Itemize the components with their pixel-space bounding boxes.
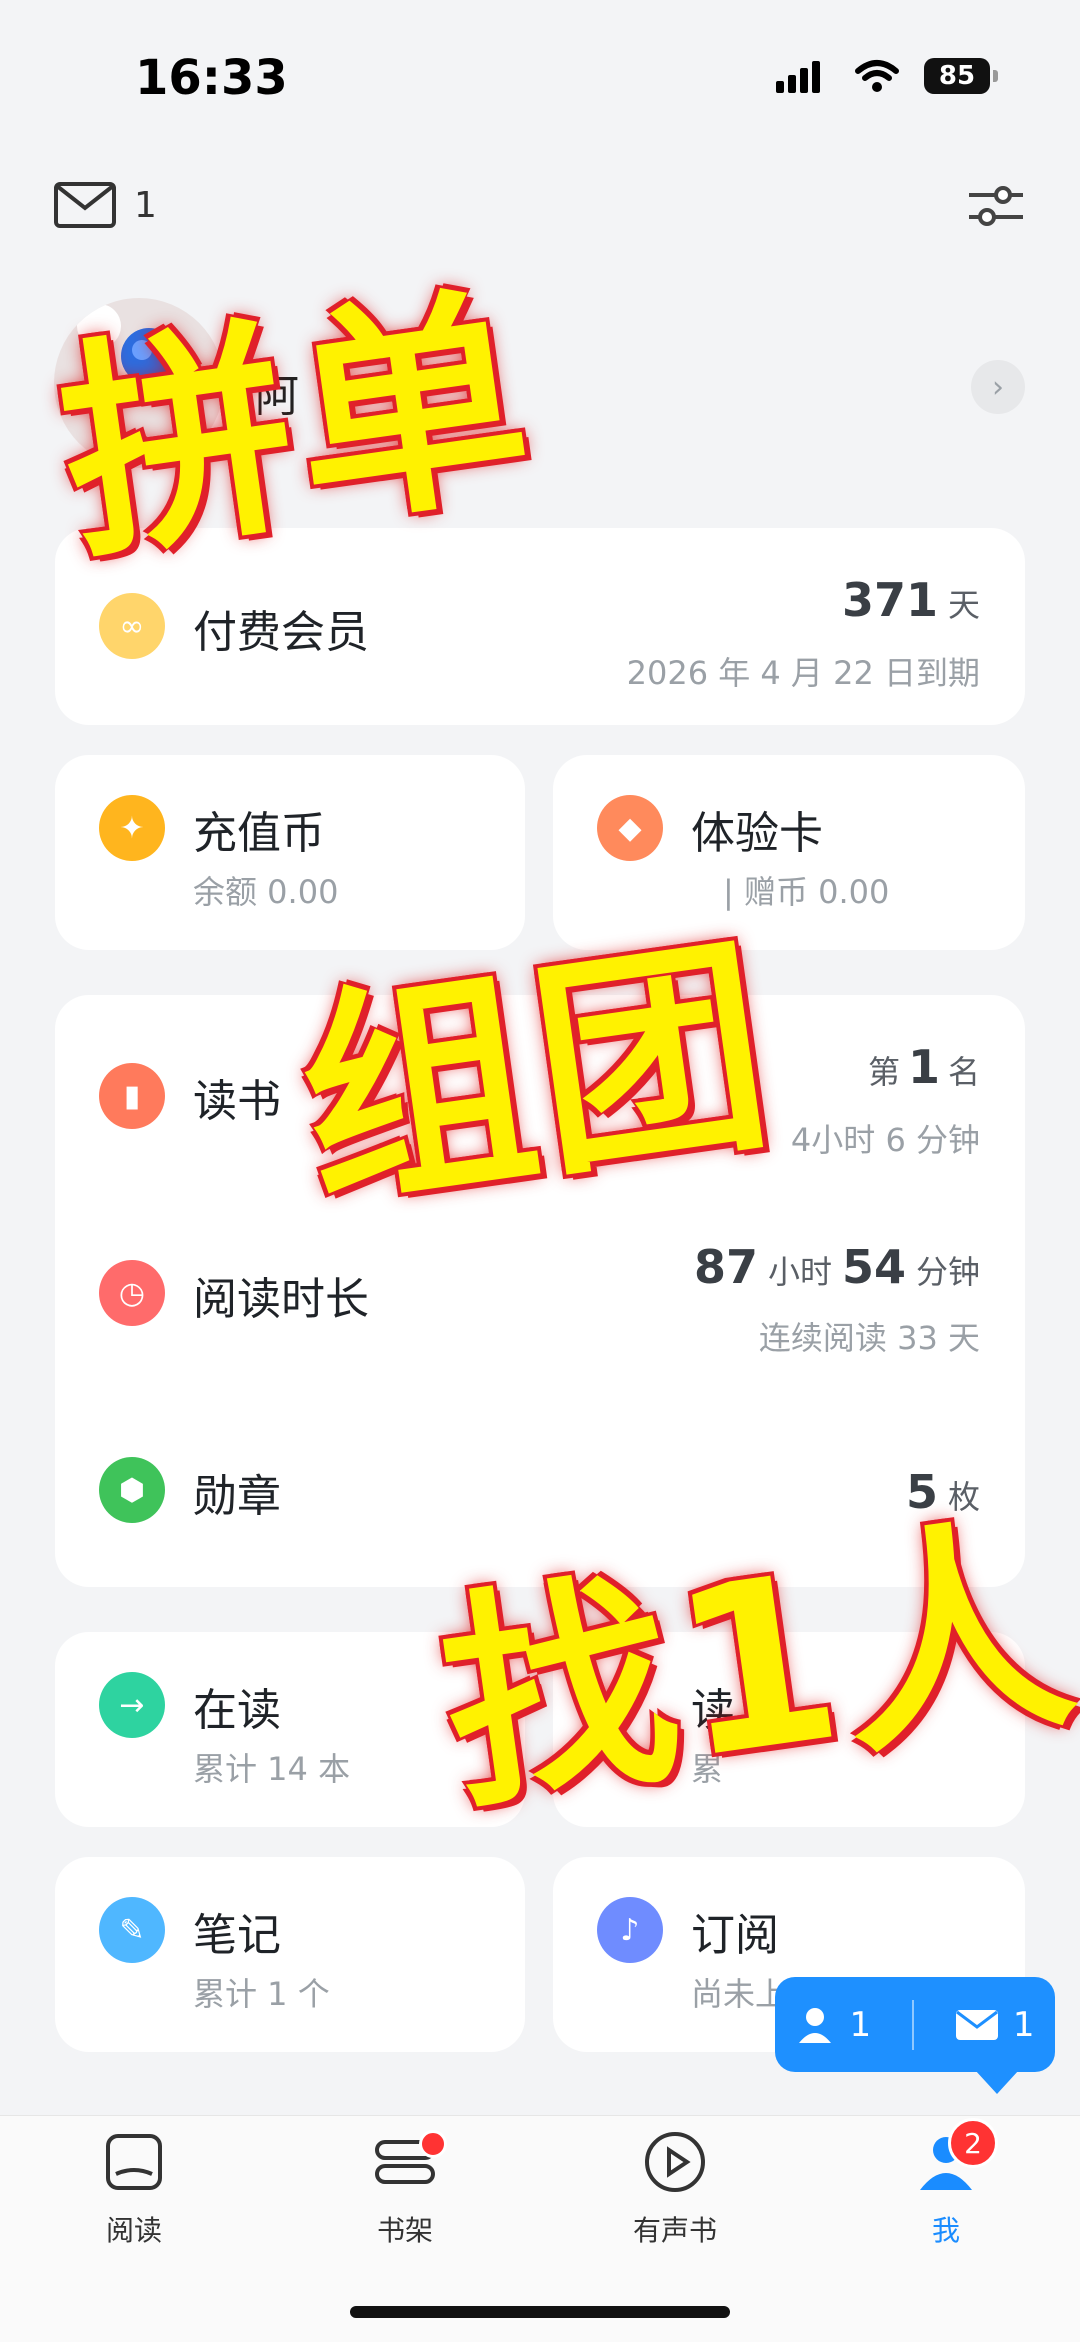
notes-title: 笔记 (193, 1910, 281, 1961)
feather-icon: ✎ (99, 1897, 165, 1963)
notes-sub: 累计 1 个 (193, 1975, 330, 2013)
ranking-suffix: 名 (947, 1053, 980, 1091)
trial-title: 体验卡 (691, 808, 823, 859)
clock-icon: ◷ (99, 1260, 165, 1326)
recharge-balance: 余额 0.00 (193, 873, 339, 911)
subscription-sub: 尚未上 (691, 1975, 788, 2013)
sliders-icon (969, 186, 1023, 226)
status-icons: 85 (776, 58, 998, 94)
coin-icon: ✦ (99, 795, 165, 861)
nav-bookshelf-label: 书架 (376, 2214, 433, 2247)
notes-card[interactable]: ✎ 笔记 累计 1 个 (55, 1857, 525, 2052)
subscription-title: 订阅 (691, 1910, 779, 1961)
floating-bubble[interactable]: 1 1 (775, 1977, 1055, 2094)
infinity-icon: ∞ (99, 593, 165, 659)
ranking-sub: 4小时 6 分钟 (790, 1121, 980, 1159)
reading-title: 在读 (193, 1685, 281, 1736)
nav-bookshelf[interactable]: 书架 (335, 2130, 475, 2249)
duration-hours-unit: 小时 (767, 1253, 832, 1291)
nav-me-label: 我 (931, 2214, 960, 2247)
duration-hours: 87 (693, 1240, 758, 1294)
bubble-mail-count: 1 (1012, 2004, 1035, 2045)
diamond-icon: ◆ (597, 795, 663, 861)
user-icon (799, 2007, 832, 2043)
membership-days-unit: 天 (947, 586, 980, 624)
chart-bars-icon: ▮ (99, 1063, 165, 1129)
signal-icon (776, 61, 820, 93)
bookshelf-dot-badge (419, 2130, 447, 2158)
duration-minutes-unit: 分钟 (915, 1253, 980, 1291)
medals-title[interactable]: 勋章 (193, 1460, 281, 1524)
nav-audiobook-label: 有声书 (632, 2214, 717, 2247)
membership-title: 付费会员 (193, 607, 369, 658)
book-icon (106, 2134, 162, 2190)
duration-sub: 连续阅读 33 天 (758, 1319, 980, 1357)
wifi-icon (855, 60, 899, 92)
mail-button[interactable]: 1 (54, 182, 157, 228)
overlay-text-line2: 组团 (286, 912, 788, 1243)
membership-days: 371 (841, 573, 938, 627)
battery-indicator: 85 (924, 58, 998, 94)
recharge-title: 充值币 (193, 808, 325, 859)
nav-read[interactable]: 阅读 (64, 2130, 204, 2249)
profile-arrow-button[interactable]: › (971, 360, 1025, 414)
mail-icon (955, 2009, 998, 2040)
home-indicator (350, 2306, 730, 2318)
nav-audiobook[interactable]: 有声书 (605, 2130, 745, 2249)
ranking-title[interactable]: 读书 (193, 1065, 281, 1129)
play-circle-icon (645, 2132, 705, 2192)
chevron-right-icon: › (992, 369, 1004, 405)
ranking-value: 1 (907, 1040, 940, 1094)
ranking-prefix: 第 (867, 1053, 900, 1091)
nav-me[interactable]: 2 我 (876, 2118, 1016, 2249)
mail-count: 1 (134, 184, 157, 226)
medal-icon: ⬢ (99, 1457, 165, 1523)
overlay-text-line1: 拼单 (46, 262, 548, 593)
nav-read-label: 阅读 (105, 2214, 162, 2247)
status-time: 16:33 (135, 50, 288, 106)
duration-minutes: 54 (841, 1240, 906, 1294)
reading-sub: 累计 14 本 (193, 1750, 351, 1788)
mail-icon (54, 182, 116, 228)
me-badge: 2 (948, 2118, 998, 2168)
duration-title[interactable]: 阅读时长 (193, 1263, 369, 1327)
settings-button[interactable] (967, 183, 1025, 233)
bubble-users-count: 1 (849, 2004, 872, 2045)
arrow-right-icon: → (99, 1672, 165, 1738)
bell-icon: ♪ (597, 1897, 663, 1963)
membership-expiry: 2026 年 4 月 22 日到期 (626, 654, 980, 692)
